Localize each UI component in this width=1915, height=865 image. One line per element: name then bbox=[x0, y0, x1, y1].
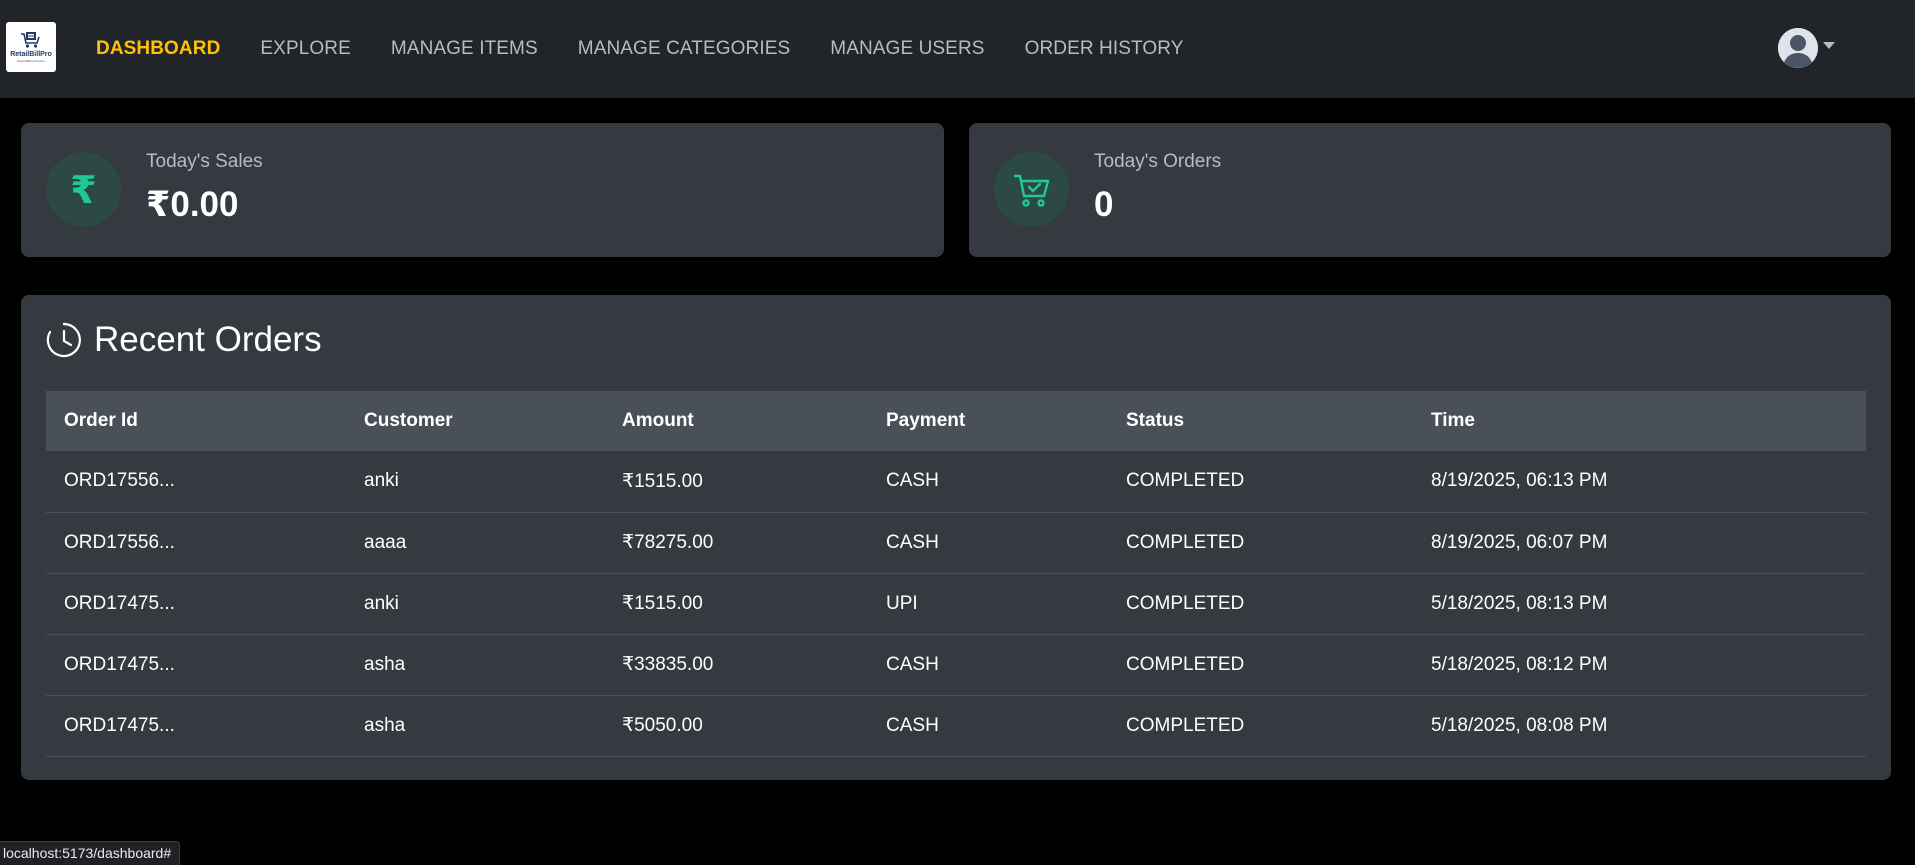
cell-customer: aaaa bbox=[346, 512, 604, 574]
browser-status-url: localhost:5173/dashboard# bbox=[0, 841, 181, 865]
cart-check-icon bbox=[994, 152, 1069, 227]
cell-payment: CASH bbox=[868, 451, 1108, 513]
cell-amount: ₹1515.00 bbox=[604, 451, 868, 513]
cell-payment: CASH bbox=[868, 512, 1108, 574]
cell-time: 8/19/2025, 06:13 PM bbox=[1413, 451, 1866, 513]
cell-payment: CASH bbox=[868, 634, 1108, 696]
column-header-status: Status bbox=[1108, 391, 1413, 451]
chevron-down-icon bbox=[1823, 41, 1835, 49]
cell-amount: ₹78275.00 bbox=[604, 512, 868, 574]
cell-amount: ₹5050.00 bbox=[604, 695, 868, 757]
cell-customer: anki bbox=[346, 451, 604, 513]
column-header-time: Time bbox=[1413, 391, 1866, 451]
rupee-icon: ₹ bbox=[46, 152, 121, 227]
nav-dashboard[interactable]: DASHBOARD bbox=[96, 38, 220, 60]
todays-sales-label: Today's Sales bbox=[146, 151, 263, 172]
user-avatar-icon bbox=[1778, 28, 1818, 68]
cell-time: 5/18/2025, 08:13 PM bbox=[1413, 573, 1866, 635]
cell-status: COMPLETED bbox=[1108, 634, 1413, 696]
cell-order-id: ORD17475... bbox=[46, 573, 346, 635]
column-header-customer: Customer bbox=[346, 391, 604, 451]
table-row: ORD17475... asha ₹33835.00 CASH COMPLETE… bbox=[46, 634, 1866, 696]
nav-manage-users[interactable]: MANAGE USERS bbox=[830, 38, 984, 60]
user-menu-toggle[interactable] bbox=[1778, 28, 1835, 68]
top-navbar: RetailBillPro Smart Billing Solution DAS… bbox=[0, 0, 1915, 98]
todays-orders-value: 0 bbox=[1094, 185, 1114, 224]
nav-order-history[interactable]: ORDER HISTORY bbox=[1025, 38, 1184, 60]
cell-customer: anki bbox=[346, 573, 604, 635]
cell-order-id: ORD17556... bbox=[46, 451, 346, 513]
table-row: ORD17475... asha ₹5050.00 CASH COMPLETED… bbox=[46, 695, 1866, 757]
cell-payment: UPI bbox=[868, 573, 1108, 635]
cell-time: 8/19/2025, 06:07 PM bbox=[1413, 512, 1866, 574]
todays-orders-card: Today's Orders 0 bbox=[969, 123, 1891, 257]
recent-orders-card: Recent Orders Order Id Customer Amount P… bbox=[21, 295, 1891, 780]
cell-customer: asha bbox=[346, 634, 604, 696]
column-header-amount: Amount bbox=[604, 391, 868, 451]
logo-tagline: Smart Billing Solution bbox=[16, 59, 46, 63]
cell-order-id: ORD17475... bbox=[46, 634, 346, 696]
cell-order-id: ORD17556... bbox=[46, 512, 346, 574]
cell-payment: CASH bbox=[868, 695, 1108, 757]
column-header-payment: Payment bbox=[868, 391, 1108, 451]
clock-history-icon bbox=[46, 322, 81, 358]
cell-amount: ₹1515.00 bbox=[604, 573, 868, 635]
logo-cart-icon bbox=[20, 31, 42, 49]
todays-sales-card: ₹ Today's Sales ₹0.00 bbox=[21, 123, 944, 257]
cell-time: 5/18/2025, 08:08 PM bbox=[1413, 695, 1866, 757]
cell-time: 5/18/2025, 08:12 PM bbox=[1413, 634, 1866, 696]
cell-customer: asha bbox=[346, 695, 604, 757]
nav-manage-categories[interactable]: MANAGE CATEGORIES bbox=[578, 38, 791, 60]
recent-orders-table: Order Id Customer Amount Payment Status … bbox=[46, 391, 1866, 757]
todays-sales-value: ₹0.00 bbox=[146, 185, 239, 224]
app-logo[interactable]: RetailBillPro Smart Billing Solution bbox=[6, 22, 56, 72]
table-row: ORD17556... anki ₹1515.00 CASH COMPLETED… bbox=[46, 451, 1866, 513]
todays-orders-label: Today's Orders bbox=[1094, 151, 1222, 172]
table-row: ORD17475... anki ₹1515.00 UPI COMPLETED … bbox=[46, 573, 1866, 635]
logo-brand: RetailBillPro bbox=[10, 51, 52, 58]
table-row: ORD17556... aaaa ₹78275.00 CASH COMPLETE… bbox=[46, 512, 1866, 574]
cell-status: COMPLETED bbox=[1108, 512, 1413, 574]
cell-status: COMPLETED bbox=[1108, 573, 1413, 635]
nav-manage-items[interactable]: MANAGE ITEMS bbox=[391, 38, 538, 60]
nav-links: DASHBOARD EXPLORE MANAGE ITEMS MANAGE CA… bbox=[96, 0, 1224, 98]
column-header-order-id: Order Id bbox=[46, 391, 346, 451]
cell-amount: ₹33835.00 bbox=[604, 634, 868, 696]
cell-status: COMPLETED bbox=[1108, 451, 1413, 513]
recent-orders-title: Recent Orders bbox=[94, 320, 322, 359]
cell-status: COMPLETED bbox=[1108, 695, 1413, 757]
recent-orders-header: Recent Orders bbox=[45, 320, 322, 360]
nav-explore[interactable]: EXPLORE bbox=[260, 38, 350, 60]
table-header-row: Order Id Customer Amount Payment Status … bbox=[46, 391, 1866, 451]
cell-order-id: ORD17475... bbox=[46, 695, 346, 757]
